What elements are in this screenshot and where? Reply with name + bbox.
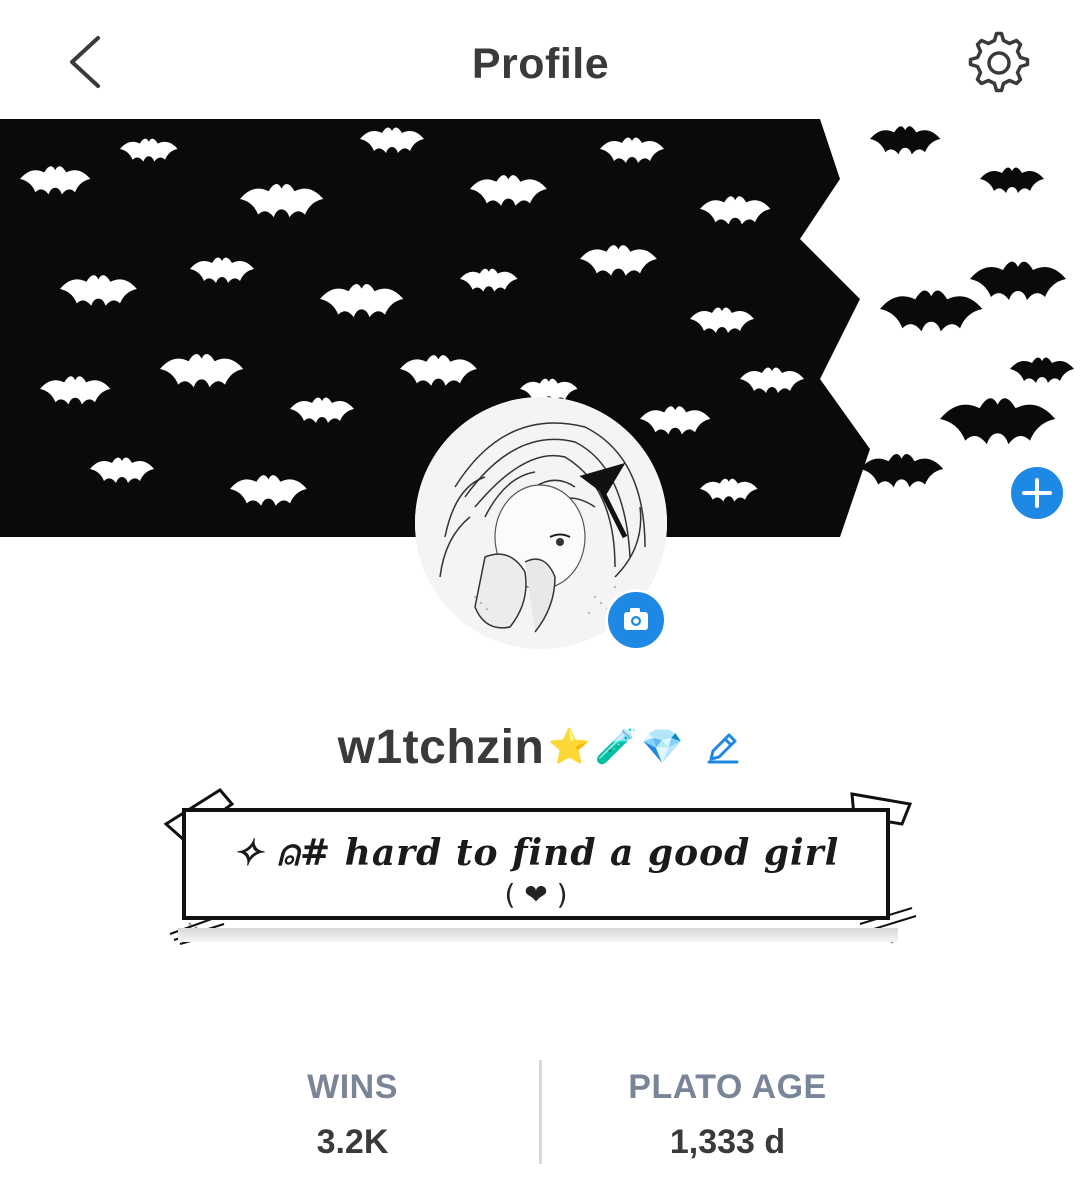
- bio-box: ✧ ⍝# hard to find a good girl ( ❤ ): [182, 808, 890, 920]
- stat-label: WINS: [307, 1068, 398, 1106]
- bio-heart-decoration: ( ❤ ): [504, 878, 568, 911]
- page-title: Profile: [471, 40, 610, 88]
- pencil-icon: [707, 733, 739, 764]
- potion-emoji: 🧪: [594, 727, 638, 767]
- stat-value: 3.2K: [316, 1123, 389, 1161]
- username-row: w1tchzin ⭐ 🧪 💎: [0, 712, 1081, 782]
- plus-icon: [1022, 478, 1052, 508]
- stats-row: WINS 3.2K PLATO AGE 1,333 d: [165, 1060, 915, 1166]
- add-cover-button[interactable]: [1008, 464, 1066, 522]
- star-emoji: ⭐: [548, 727, 591, 767]
- top-bar: Profile: [0, 0, 1081, 118]
- settings-button[interactable]: [966, 30, 1032, 96]
- stat-value: 1,333 d: [669, 1123, 786, 1161]
- bio-shadow: [178, 928, 898, 942]
- gem-emoji: 💎: [641, 727, 684, 767]
- bio-card: ✧ ⍝# hard to find a good girl ( ❤ ): [160, 784, 920, 950]
- change-avatar-button[interactable]: [605, 589, 667, 651]
- stat-plato-age: PLATO AGE 1,333 d: [540, 1060, 915, 1162]
- profile-page: Profile w1tchzin ⭐ 🧪 💎 ✧ ⍝# hard to find…: [0, 0, 1081, 1200]
- gear-icon: [968, 31, 1030, 93]
- bio-text: ✧ ⍝# hard to find a good girl: [232, 832, 840, 874]
- camera-icon: [624, 608, 648, 630]
- stat-label: PLATO AGE: [628, 1068, 827, 1106]
- stat-wins: WINS 3.2K: [165, 1060, 540, 1162]
- username: w1tchzin: [337, 720, 545, 774]
- edit-username-button[interactable]: [703, 727, 743, 767]
